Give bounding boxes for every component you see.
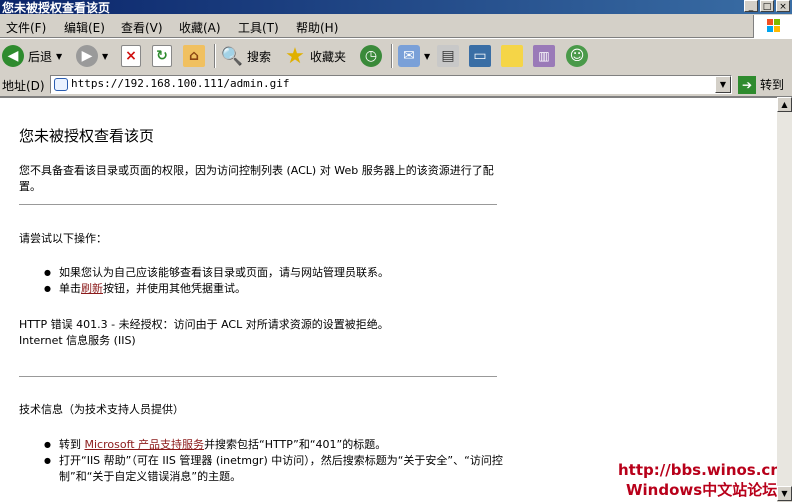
menu-bar: 文件(F) 编辑(E) 查看(V) 收藏(A) 工具(T) 帮助(H) [0,15,792,38]
menu-favorites[interactable]: 收藏(A) [179,19,221,36]
address-input[interactable]: https://192.168.100.111/admin.gif ▼ [50,75,732,94]
print-icon: ▤ [437,45,459,67]
address-url: https://192.168.100.111/admin.gif [71,77,290,90]
go-label: 转到 [760,78,785,92]
forward-button[interactable]: ▶ ▼ [76,43,108,69]
discuss-button[interactable] [501,43,523,69]
go-arrow-icon: ➔ [738,75,756,94]
scroll-down-icon[interactable]: ▼ [777,486,792,501]
list-item: 打开“IIS 帮助”（可在 IIS 管理器 (inetmgr) 中访问），然后搜… [44,453,504,485]
tech1-post-text: 并搜索包括“HTTP”和“401”的标题。 [204,438,387,451]
search-label: 搜索 [247,49,272,64]
try-heading: 请尝试以下操作： [19,232,107,245]
home-button[interactable]: ⌂ [183,43,205,69]
error-line-1: HTTP 错误 401.3 - 未经授权：访问由于 ACL 对所请求资源的设置被… [19,318,389,331]
toolbar-separator [214,44,216,68]
menu-file[interactable]: 文件(F) [6,19,46,36]
mail-icon: ✉ [398,45,420,67]
tech-heading: 技术信息（为技术支持人员提供） [19,403,184,416]
windows-logo-icon [753,15,792,39]
vertical-scrollbar[interactable]: ▲ ▼ [777,97,792,501]
scroll-up-icon[interactable]: ▲ [777,97,792,112]
favorites-label: 收藏夹 [310,49,347,64]
list-item: 转到 Microsoft 产品支持服务并搜索包括“HTTP”和“401”的标题。 [44,437,504,453]
toolbar: ◀ 后退 ▼ ▶ ▼ × ↻ ⌂ 🔍 搜索 ★ 收藏夹 ◷ ✉ ▼ ▤ ▭ ▥ [0,38,792,74]
address-label: 地址(D) [2,79,45,93]
history-button[interactable]: ◷ [360,43,382,69]
address-bar: 地址(D) https://192.168.100.111/admin.gif … [0,73,792,97]
refresh-link[interactable]: 刷新 [81,282,103,295]
list-item: 如果您认为自己应该能够查看该目录或页面，请与网站管理员联系。 [44,265,504,281]
stop-icon: × [121,45,141,67]
toolbar-separator [391,44,393,68]
window-controls: _ □ × [744,0,790,12]
refresh-post-text: 按钮，并使用其他凭据重试。 [103,282,246,295]
history-icon: ◷ [360,45,382,67]
close-button[interactable]: × [776,0,790,12]
title-bar: 您未被授权查看该页 _ □ × [0,0,792,15]
discuss-icon [501,45,523,67]
watermark-forum: Windows中文站论坛 [626,481,777,499]
search-icon: 🔍 [220,45,244,67]
try-list: 如果您认为自己应该能够查看该目录或页面，请与网站管理员联系。 单击刷新按钮，并使… [44,265,504,297]
refresh-button[interactable]: ↻ [152,43,172,69]
back-button[interactable]: ◀ 后退 ▼ [2,43,62,69]
menu-edit[interactable]: 编辑(E) [64,19,105,36]
messenger-button[interactable]: ☺ [566,43,588,69]
search-button[interactable]: 🔍 搜索 [221,43,271,69]
tech1-pre-text: 转到 [59,438,81,451]
back-label: 后退 [28,49,53,64]
forward-arrow-icon: ▶ [76,45,98,67]
back-arrow-icon: ◀ [2,45,24,67]
minimize-button[interactable]: _ [744,0,758,12]
mail-button[interactable]: ✉ ▼ [398,43,430,69]
refresh-pre-text: 单击 [59,282,81,295]
watermark-url: http://bbs.winos.cn [618,461,777,479]
intro-paragraph: 您不具备查看该目录或页面的权限，因为访问控制列表 (ACL) 对 Web 服务器… [19,164,494,193]
stop-button[interactable]: × [121,43,141,69]
divider [19,204,497,205]
go-button[interactable]: ➔ 转到 [738,75,784,94]
error-line-2: Internet 信息服务 (IIS) [19,334,136,347]
menu-help[interactable]: 帮助(H) [296,19,338,36]
edit-button[interactable]: ▭ [469,43,491,69]
address-dropdown-icon[interactable]: ▼ [715,76,731,93]
research-button[interactable]: ▥ [533,43,555,69]
favorites-button[interactable]: ★ 收藏夹 [284,43,346,69]
research-icon: ▥ [533,45,555,67]
tech-list: 转到 Microsoft 产品支持服务并搜索包括“HTTP”和“401”的标题。… [44,437,504,485]
back-dropdown-icon[interactable]: ▼ [56,52,62,61]
mail-dropdown-icon[interactable]: ▼ [424,52,430,61]
page-icon [54,78,68,91]
menu-view[interactable]: 查看(V) [121,19,163,36]
print-button[interactable]: ▤ [437,43,459,69]
list-item: 单击刷新按钮，并使用其他凭据重试。 [44,281,504,297]
home-icon: ⌂ [183,45,205,67]
messenger-icon: ☺ [566,45,588,67]
window-title: 您未被授权查看该页 [2,1,111,15]
ms-support-link[interactable]: Microsoft 产品支持服务 [85,438,205,451]
edit-page-icon: ▭ [469,45,491,67]
maximize-button[interactable]: □ [760,0,774,12]
forward-dropdown-icon[interactable]: ▼ [102,52,108,61]
divider [19,376,497,377]
menu-tools[interactable]: 工具(T) [238,19,279,36]
refresh-icon: ↻ [152,45,172,67]
page-title: 您未被授权查看该页 [19,127,155,145]
favorites-star-icon: ★ [285,43,305,69]
page-content: 您未被授权查看该页 您不具备查看该目录或页面的权限，因为访问控制列表 (ACL)… [0,97,777,502]
